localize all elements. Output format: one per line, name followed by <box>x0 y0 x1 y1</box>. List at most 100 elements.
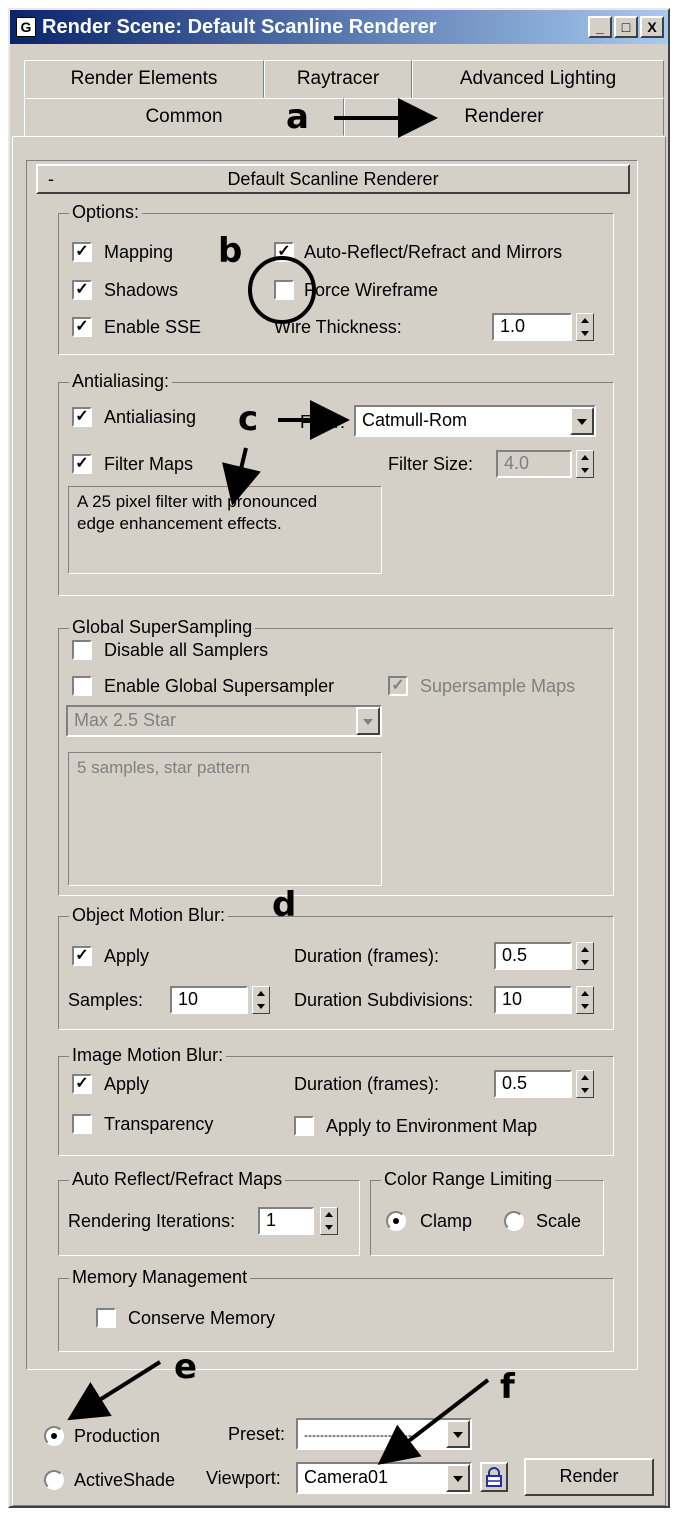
production-label: Production <box>74 1426 161 1446</box>
scale-radio[interactable] <box>504 1211 524 1231</box>
force-wireframe-label: Force Wireframe <box>304 280 439 300</box>
window-title: Render Scene: Default Scanline Renderer <box>42 16 437 38</box>
rendering-iterations-spinner[interactable] <box>320 1207 338 1235</box>
auto-reflect-maps-title: Auto Reflect/Refract Maps <box>69 1168 286 1190</box>
object-blur-samples-input[interactable]: 10 <box>170 986 248 1014</box>
maximize-button[interactable]: □ <box>614 16 638 38</box>
clamp-label: Clamp <box>420 1211 473 1231</box>
lock-icon <box>486 1467 502 1487</box>
duration-subdivisions-label: Duration Subdivisions: <box>294 990 474 1010</box>
duration-subdivisions-spinner[interactable] <box>576 986 594 1014</box>
filter-description: A 25 pixel filter with pronounced edge e… <box>68 486 382 574</box>
force-wireframe-checkbox[interactable] <box>274 280 294 300</box>
chevron-down-icon[interactable] <box>446 1464 470 1492</box>
tab-render-elements[interactable]: Render Elements <box>24 60 264 98</box>
annotation-b: b <box>218 231 243 271</box>
close-button[interactable]: X <box>640 16 664 38</box>
enable-sse-label: Enable SSE <box>104 317 202 337</box>
enable-sse-checkbox[interactable]: ✓ <box>72 317 92 337</box>
tab-renderer[interactable]: Renderer <box>344 98 664 136</box>
preset-value: ---------------------------- <box>304 1428 416 1442</box>
filter-size-label: Filter Size: <box>388 454 474 474</box>
filter-label: Filter: <box>300 412 345 432</box>
preset-label: Preset: <box>228 1424 286 1444</box>
lock-button[interactable] <box>480 1462 508 1492</box>
supersample-maps-checkbox[interactable]: ✓ <box>388 676 408 696</box>
clamp-radio[interactable] <box>386 1211 406 1231</box>
object-blur-duration-spinner[interactable] <box>576 942 594 970</box>
production-radio[interactable] <box>44 1426 64 1446</box>
object-blur-samples-label: Samples: <box>68 990 144 1010</box>
conserve-memory-checkbox[interactable] <box>96 1308 116 1328</box>
transparency-checkbox[interactable] <box>72 1114 92 1134</box>
filter-dropdown[interactable]: Catmull-Rom <box>354 405 596 437</box>
enable-global-supersampler-checkbox[interactable] <box>72 676 92 696</box>
rollout-header-default-scanline[interactable]: - Default Scanline Renderer <box>36 164 630 194</box>
environment-map-checkbox[interactable] <box>294 1116 314 1136</box>
object-blur-duration-input[interactable]: 0.5 <box>494 942 572 970</box>
mapping-checkbox[interactable]: ✓ <box>72 242 92 262</box>
antialiasing-title: Antialiasing: <box>69 370 173 392</box>
enable-global-supersampler-label: Enable Global Supersampler <box>104 676 335 696</box>
object-blur-samples-spinner[interactable] <box>252 986 270 1014</box>
rendering-iterations-label: Rendering Iterations: <box>68 1211 236 1231</box>
image-blur-apply-checkbox[interactable]: ✓ <box>72 1074 92 1094</box>
conserve-memory-label: Conserve Memory <box>128 1308 276 1328</box>
disable-samplers-label: Disable all Samplers <box>104 640 269 660</box>
sampler-description: 5 samples, star pattern <box>68 752 382 886</box>
image-blur-duration-label: Duration (frames): <box>294 1074 440 1094</box>
chevron-down-icon[interactable] <box>356 707 380 735</box>
options-title: Options: <box>69 201 143 223</box>
tab-raytracer[interactable]: Raytracer <box>264 60 412 98</box>
auto-reflect-label: Auto-Reflect/Refract and Mirrors <box>304 242 563 262</box>
memory-management-title: Memory Management <box>69 1266 251 1288</box>
activeshade-radio[interactable] <box>44 1470 64 1490</box>
supersample-maps-label: Supersample Maps <box>420 676 576 696</box>
chevron-down-icon[interactable] <box>446 1420 470 1448</box>
preset-dropdown[interactable]: ---------------------------- <box>296 1418 472 1450</box>
rollout-title: Default Scanline Renderer <box>227 169 439 189</box>
shadows-checkbox[interactable]: ✓ <box>72 280 92 300</box>
wire-thickness-spinner[interactable] <box>576 313 594 341</box>
disable-samplers-checkbox[interactable] <box>72 640 92 660</box>
image-blur-duration-input[interactable]: 0.5 <box>494 1070 572 1098</box>
rendering-iterations-input[interactable]: 1 <box>258 1207 314 1235</box>
viewport-dropdown[interactable]: Camera01 <box>296 1462 472 1494</box>
annotation-e: e <box>174 1347 198 1387</box>
sampler-dropdown[interactable]: Max 2.5 Star <box>66 705 382 737</box>
scale-label: Scale <box>536 1211 582 1231</box>
object-blur-apply-checkbox[interactable]: ✓ <box>72 946 92 966</box>
mapping-label: Mapping <box>104 242 174 262</box>
auto-reflect-checkbox[interactable]: ✓ <box>274 242 294 262</box>
annotation-c: c <box>238 399 259 439</box>
render-button[interactable]: Render <box>524 1458 654 1496</box>
global-supersampling-title: Global SuperSampling <box>69 616 256 638</box>
filter-maps-checkbox[interactable]: ✓ <box>72 454 92 474</box>
minimize-button[interactable]: _ <box>588 16 612 38</box>
wire-thickness-input[interactable]: 1.0 <box>492 313 572 341</box>
filter-size-spinner[interactable] <box>576 450 594 478</box>
viewport-label: Viewport: <box>206 1468 281 1488</box>
duration-subdivisions-input[interactable]: 10 <box>494 986 572 1014</box>
antialiasing-label: Antialiasing <box>104 407 197 427</box>
annotation-a: a <box>286 97 309 137</box>
tab-advanced-lighting[interactable]: Advanced Lighting <box>412 60 664 98</box>
viewport-value: Camera01 <box>304 1467 389 1487</box>
filter-size-input[interactable]: 4.0 <box>496 450 572 478</box>
image-motion-blur-title: Image Motion Blur: <box>69 1044 227 1066</box>
annotation-f: f <box>500 1367 515 1407</box>
chevron-down-icon[interactable] <box>570 407 594 435</box>
filter-maps-label: Filter Maps <box>104 454 194 474</box>
wire-thickness-label: Wire Thickness: <box>274 317 402 337</box>
shadows-label: Shadows <box>104 280 179 300</box>
title-bar[interactable]: G Render Scene: Default Scanline Rendere… <box>10 10 668 44</box>
filter-value: Catmull-Rom <box>362 410 468 430</box>
object-blur-apply-label: Apply <box>104 946 150 966</box>
color-range-title: Color Range Limiting <box>381 1168 556 1190</box>
sampler-value: Max 2.5 Star <box>74 710 177 730</box>
activeshade-label: ActiveShade <box>74 1470 176 1490</box>
image-blur-duration-spinner[interactable] <box>576 1070 594 1098</box>
app-icon: G <box>16 17 36 37</box>
annotation-d: d <box>272 885 297 925</box>
antialiasing-checkbox[interactable]: ✓ <box>72 407 92 427</box>
